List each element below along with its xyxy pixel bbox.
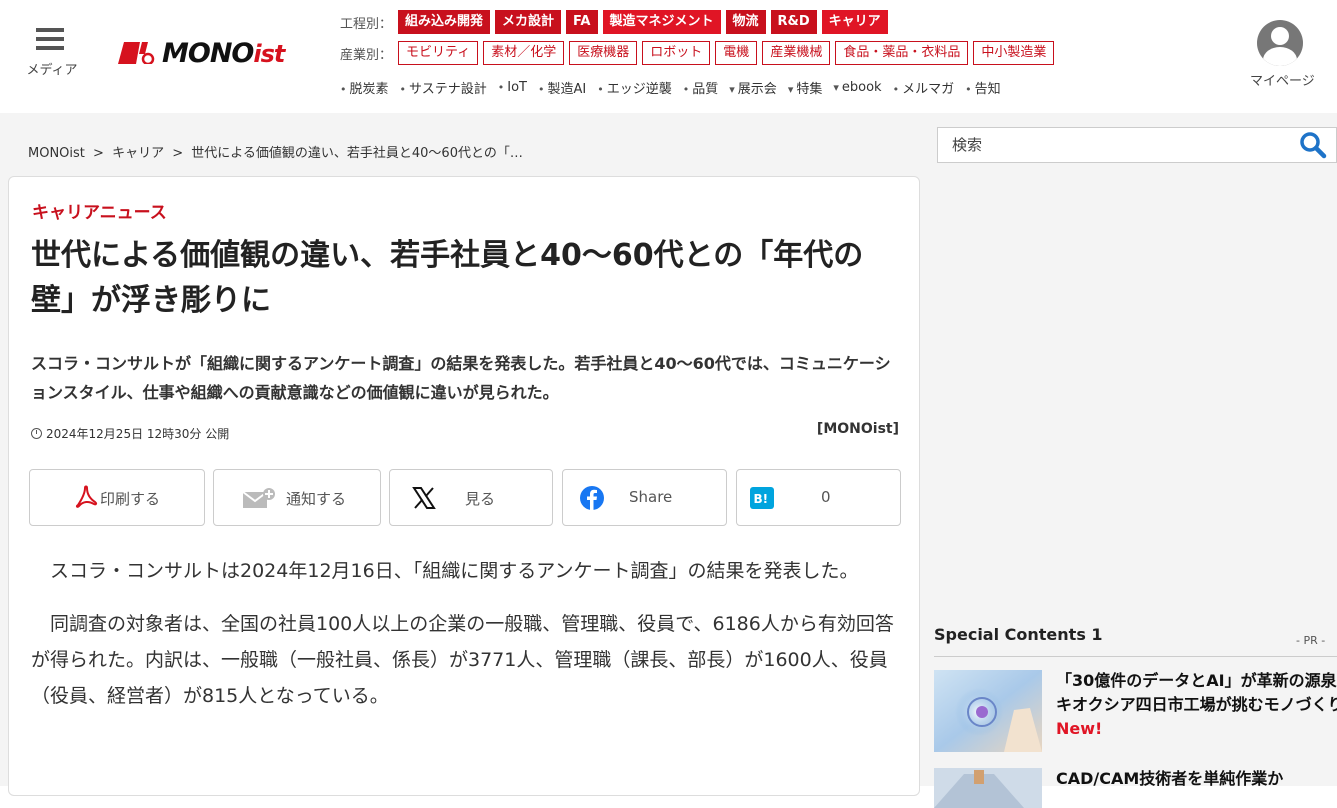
industry-nav: 産業別： モビリティ 素材／化学 医療機器 ロボット 電機 産業機械 食品・薬品… — [340, 41, 1059, 65]
article-paragraph: スコラ・コンサルトは2024年12月16日、「組織に関するアンケート調査」の結果… — [50, 560, 859, 582]
topic-nav: • 脱炭素 • サステナ設計 • IoT • 製造AI • エッジ逆襲 • 品質 ▾ 展示会 … — [340, 75, 1012, 99]
industry-tag[interactable]: 素材／化学 — [483, 41, 565, 65]
process-tag[interactable]: FA — [566, 10, 598, 34]
topic-dropdown[interactable]: ▾ 特集 — [788, 78, 823, 97]
breadcrumb-separator: > — [93, 146, 104, 161]
special-thumbnail-image — [934, 670, 1042, 752]
special-contents-title: Special Contents 1 — [934, 625, 1103, 644]
clock-icon — [31, 428, 42, 439]
industry-tag[interactable]: 食品・薬品・衣料品 — [835, 41, 969, 65]
breadcrumb-home[interactable]: MONOist — [28, 146, 85, 161]
special-thumbnail-image — [934, 768, 1042, 808]
process-tag-career[interactable]: キャリア — [821, 10, 888, 34]
hatena-bookmark-icon: B! — [750, 487, 774, 509]
menu-label: メディア — [26, 63, 78, 78]
logo-text: MONO — [162, 38, 254, 69]
topic-link[interactable]: • 製造AI — [538, 78, 586, 97]
breadcrumb-current: 世代による価値観の違い、若手社員と40～60代との「… — [191, 146, 523, 161]
article-body: スコラ・コンサルトは2024年12月16日、「組織に関するアンケート調査」の結果… — [31, 553, 911, 731]
x-share-button[interactable]: 見る — [389, 469, 553, 526]
topic-dropdown[interactable]: ▾ ebook — [833, 80, 881, 95]
special-content-title: CAD/CAM技術者を単純作業か — [1056, 769, 1284, 788]
industry-tag[interactable]: 中小製造業 — [973, 41, 1055, 65]
special-content-item[interactable]: CAD/CAM技術者を単純作業か — [934, 768, 1337, 808]
logo-mark-icon — [118, 42, 155, 64]
industry-label: 産業別： — [340, 47, 393, 63]
process-tag[interactable]: R&D — [770, 10, 817, 34]
industry-tag[interactable]: 電機 — [715, 41, 758, 65]
industry-tag[interactable]: 医療機器 — [569, 41, 638, 65]
publish-date: 2024年12月25日 12時30分 公開 — [31, 425, 229, 442]
industry-tag[interactable]: モビリティ — [398, 41, 479, 65]
article-paragraph: 同調査の対象者は、全国の社員100人以上の企業の一般職、管理職、役員で、6186… — [31, 613, 894, 707]
divider — [934, 656, 1337, 657]
topic-link[interactable]: • エッジ逆襲 — [597, 78, 672, 97]
topic-link[interactable]: • 脱炭素 — [340, 78, 389, 97]
article-lead: スコラ・コンサルトが「組織に関するアンケート調査」の結果を発表した。若手社員と4… — [31, 354, 891, 402]
topic-link[interactable]: • サステナ設計 — [400, 78, 487, 97]
process-tag[interactable]: 組み込み開発 — [398, 10, 491, 34]
svg-text:B!: B! — [754, 492, 769, 506]
site-header: メディア MONOist 工程別： 組み込み開発 メカ設計 FA 製造マネジメン… — [0, 0, 1337, 113]
notify-button[interactable]: 通知する — [213, 469, 381, 526]
special-content-item[interactable]: 「30億件のデータとAI」が革新の源泉 キオクシア四日市工場が挑むモノづくり N… — [934, 670, 1337, 752]
facebook-share-button[interactable]: Share — [562, 469, 727, 526]
breadcrumb-category[interactable]: キャリア — [112, 146, 164, 161]
industry-tag[interactable]: ロボット — [642, 41, 711, 65]
breadcrumb-separator: > — [172, 146, 184, 161]
topic-link[interactable]: • 品質 — [683, 78, 719, 97]
industry-tag[interactable]: 産業機械 — [762, 41, 831, 65]
special-content-title: 「30億件のデータとAI」が革新の源泉 キオクシア四日市工場が挑むモノづくり — [1056, 671, 1337, 714]
hatena-bookmark-button[interactable]: B! 0 — [736, 469, 901, 526]
search-box — [937, 127, 1337, 163]
hamburger-icon — [36, 28, 64, 32]
logo-suffix: ist — [253, 40, 285, 68]
user-avatar-icon — [1257, 20, 1303, 66]
process-tag[interactable]: 物流 — [725, 10, 766, 34]
search-icon[interactable] — [1298, 130, 1328, 160]
article-card: キャリアニュース 世代による価値観の違い、若手社員と40～60代との「年代の壁」… — [8, 176, 920, 796]
process-nav: 工程別： 組み込み開発 メカ設計 FA 製造マネジメント 物流 R&D キャリア — [340, 10, 893, 34]
print-button[interactable]: 印刷する — [29, 469, 205, 526]
mypage-label: マイページ — [1250, 74, 1315, 89]
x-share-label: 見る — [465, 490, 496, 508]
process-label: 工程別： — [340, 16, 393, 32]
facebook-share-label: Share — [629, 488, 673, 506]
x-logo-icon — [412, 487, 436, 509]
print-label: 印刷する — [100, 490, 161, 508]
article-category[interactable]: キャリアニュース — [32, 198, 167, 223]
article-title: 世代による価値観の違い、若手社員と40～60代との「年代の壁」が浮き彫りに — [31, 238, 864, 318]
new-badge: New! — [1056, 719, 1103, 738]
topic-dropdown[interactable]: ▾ 展示会 — [729, 78, 777, 97]
topic-link[interactable]: • メルマガ — [893, 78, 955, 97]
topic-link[interactable]: • 告知 — [965, 78, 1001, 97]
mypage-button[interactable]: マイページ — [1250, 18, 1337, 98]
mail-plus-icon — [242, 488, 275, 508]
facebook-icon — [580, 486, 604, 510]
notify-label: 通知する — [286, 490, 347, 508]
process-tag[interactable]: 製造マネジメント — [602, 10, 721, 34]
article-source: [MONOist] — [816, 421, 899, 437]
menu-button[interactable]: メディア — [22, 26, 82, 86]
site-logo[interactable]: MONOist — [118, 36, 300, 72]
search-input[interactable] — [938, 128, 1278, 162]
breadcrumb: MONOist > キャリア > 世代による価値観の違い、若手社員と40～60代… — [28, 142, 527, 161]
hatena-count: 0 — [821, 488, 831, 506]
pdf-icon — [75, 485, 98, 508]
topic-link[interactable]: • IoT — [498, 80, 527, 95]
process-tag[interactable]: メカ設計 — [495, 10, 562, 34]
pr-label: - PR - — [1296, 634, 1326, 647]
